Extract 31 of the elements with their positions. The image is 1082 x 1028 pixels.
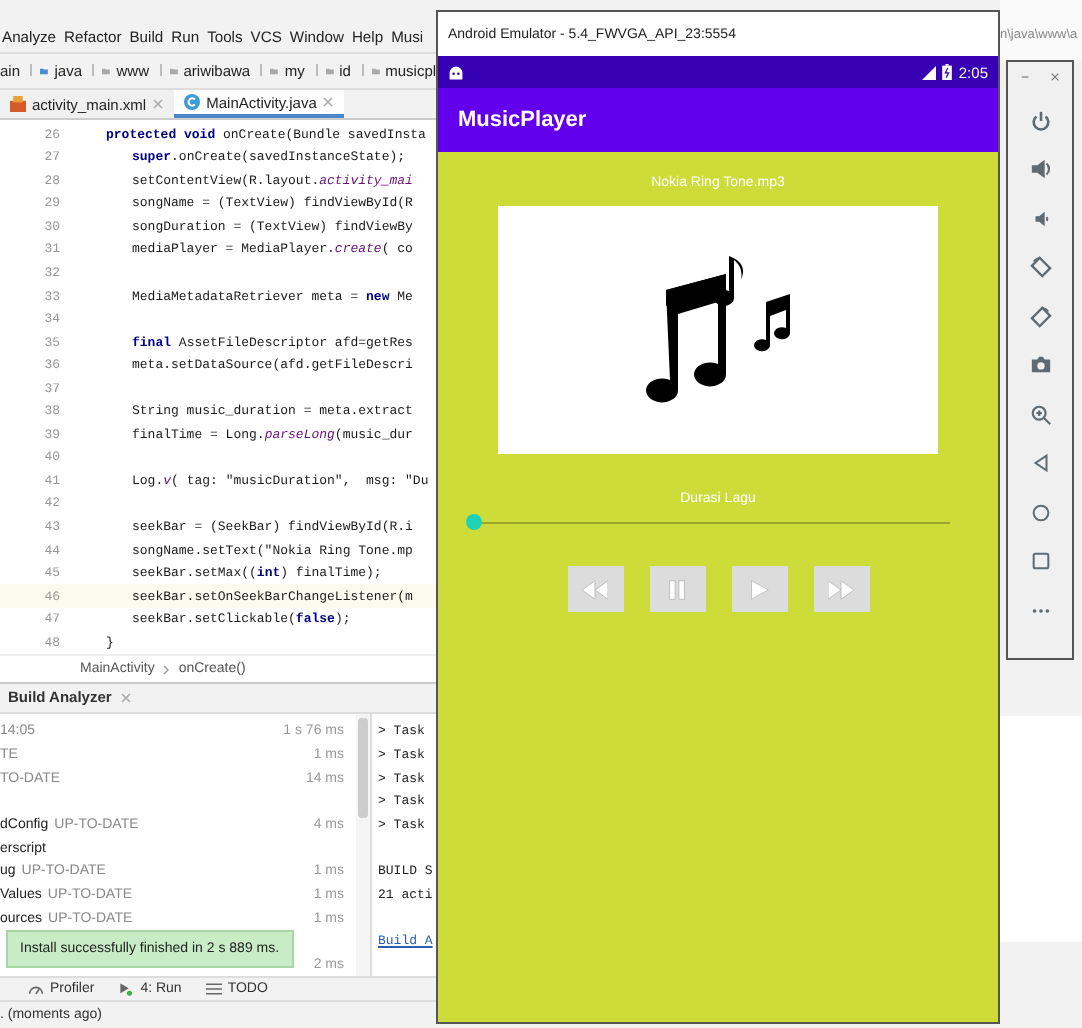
power-icon[interactable] — [1029, 109, 1051, 131]
class-icon — [184, 94, 201, 111]
folder-icon — [371, 63, 380, 78]
rotate-right-icon[interactable] — [1029, 305, 1051, 327]
volume-up-icon[interactable] — [1029, 158, 1051, 180]
pause-icon — [664, 579, 690, 599]
folder-icon — [169, 63, 178, 78]
chevron-icon — [162, 663, 171, 676]
home-icon[interactable] — [1029, 501, 1051, 523]
fast-forward-icon — [828, 579, 854, 599]
scrollbar-thumb[interactable] — [358, 717, 368, 818]
overview-icon[interactable] — [1029, 550, 1051, 572]
close-icon[interactable] — [1050, 72, 1060, 82]
file-icon — [10, 96, 26, 113]
zoom-icon[interactable] — [1029, 403, 1051, 425]
folder-icon — [270, 63, 279, 78]
battery-icon — [942, 64, 953, 80]
play-icon — [746, 579, 772, 599]
app-title: MusicPlayer — [458, 108, 587, 132]
folder-icon — [40, 63, 49, 78]
rewind-icon — [582, 579, 608, 599]
android-icon — [448, 65, 464, 79]
camera-icon[interactable] — [1029, 354, 1051, 376]
list-icon — [205, 981, 222, 996]
run-icon — [118, 981, 135, 996]
gauge-icon — [28, 981, 44, 996]
folder-icon — [102, 63, 111, 78]
folder-icon — [325, 63, 334, 78]
back-icon[interactable] — [1029, 452, 1051, 474]
rotate-left-icon[interactable] — [1029, 256, 1051, 278]
signal-icon — [922, 65, 937, 79]
